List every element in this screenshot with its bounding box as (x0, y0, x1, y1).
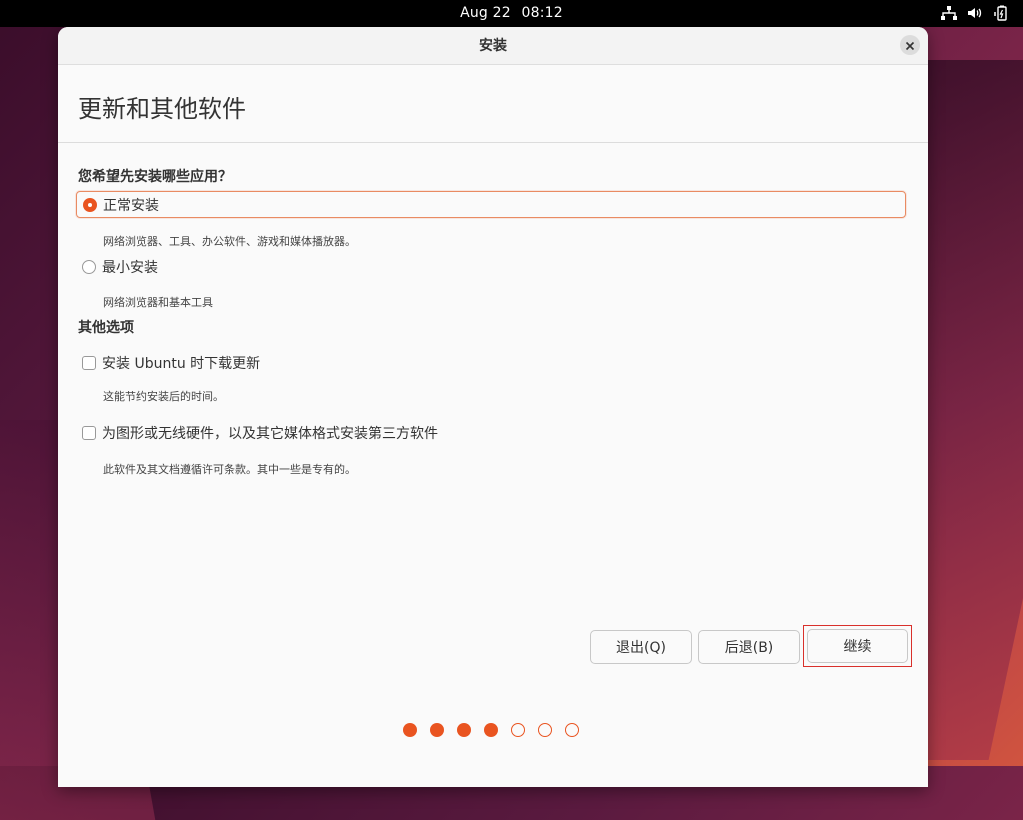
checkbox-indicator[interactable] (82, 355, 96, 370)
install-question: 您希望先安装哪些应用？ (78, 169, 232, 185)
progress-dots (403, 723, 579, 737)
continue-button[interactable]: 继续 (807, 629, 908, 663)
clock[interactable]: Aug 22 08:12 (0, 0, 1023, 27)
continue-button-focus-ring: 继续 (803, 625, 912, 667)
radio-indicator[interactable] (83, 197, 97, 212)
normal-install-label: 正常安装 (103, 197, 159, 214)
installer-window: 安装 更新和其他软件 您希望先安装哪些应用？ 正常安装 网络浏览器、工具、办公软… (58, 27, 928, 787)
quit-button[interactable]: 退出(Q) (590, 630, 692, 664)
third-party-checkbox[interactable]: 为图形或无线硬件，以及其它媒体格式安装第三方软件 (76, 419, 906, 446)
progress-dot (403, 723, 417, 737)
page-title: 更新和其他软件 (78, 95, 246, 123)
download-updates-description: 这能节约安装后的时间。 (103, 390, 224, 403)
third-party-label: 为图形或无线硬件，以及其它媒体格式安装第三方软件 (102, 425, 438, 442)
close-icon (905, 36, 915, 55)
top-bar: Aug 22 08:12 (0, 0, 1023, 27)
download-updates-label: 安装 Ubuntu 时下载更新 (102, 355, 261, 372)
battery-icon (993, 5, 1009, 21)
normal-install-radio[interactable]: 正常安装 (76, 191, 906, 218)
third-party-description: 此软件及其文档遵循许可条款。其中一些是专有的。 (103, 463, 356, 476)
progress-dot (457, 723, 471, 737)
radio-indicator[interactable] (82, 259, 96, 274)
back-button[interactable]: 后退(B) (698, 630, 800, 664)
system-tray[interactable] (941, 5, 1009, 21)
minimal-install-description: 网络浏览器和基本工具 (103, 296, 213, 309)
download-updates-checkbox[interactable]: 安装 Ubuntu 时下载更新 (76, 349, 906, 376)
volume-icon (967, 6, 983, 20)
minimal-install-label: 最小安装 (102, 259, 158, 276)
progress-dot (430, 723, 444, 737)
normal-install-description: 网络浏览器、工具、办公软件、游戏和媒体播放器。 (103, 235, 356, 248)
other-options-heading: 其他选项 (78, 320, 134, 336)
progress-dot (565, 723, 579, 737)
window-title: 安装 (479, 38, 507, 54)
clock-time: 08:12 (521, 5, 563, 21)
network-icon (941, 6, 957, 20)
clock-date: Aug 22 (460, 5, 511, 21)
close-button[interactable] (900, 35, 920, 55)
page-header: 更新和其他软件 (58, 65, 928, 143)
progress-dot (538, 723, 552, 737)
title-bar[interactable]: 安装 (58, 27, 928, 65)
checkbox-indicator[interactable] (82, 425, 96, 440)
minimal-install-radio[interactable]: 最小安装 (76, 253, 906, 280)
progress-dot (484, 723, 498, 737)
progress-dot (511, 723, 525, 737)
